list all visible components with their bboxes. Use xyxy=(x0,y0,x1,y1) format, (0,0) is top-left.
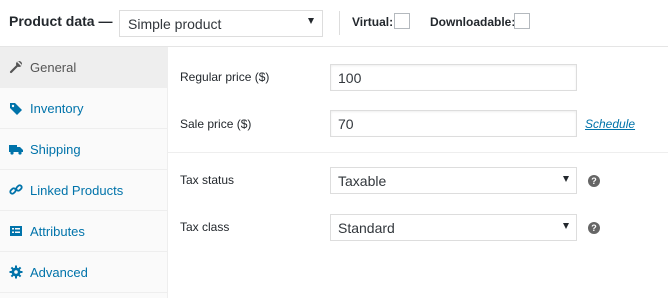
tax-class-label: Tax class xyxy=(180,220,230,234)
tax-class-value: Standard xyxy=(338,220,395,236)
general-panel: Regular price ($) 100 Sale price ($) 70 … xyxy=(168,47,668,298)
header-divider xyxy=(339,11,340,35)
wrench-icon xyxy=(9,61,22,74)
sale-price-label: Sale price ($) xyxy=(180,117,252,131)
downloadable-label: Downloadable: xyxy=(430,15,516,29)
tab-label: Shipping xyxy=(30,142,81,157)
tax-status-select[interactable]: Taxable xyxy=(330,167,577,194)
truck-icon xyxy=(9,145,23,155)
help-icon[interactable]: ? xyxy=(588,175,600,187)
tab-label: General xyxy=(30,60,77,75)
tag-icon xyxy=(10,103,22,115)
help-icon[interactable]: ? xyxy=(588,222,600,234)
tab-linked-products[interactable]: Linked Products xyxy=(0,170,167,211)
tab-label: Inventory xyxy=(30,101,84,116)
downloadable-checkbox[interactable] xyxy=(514,13,530,29)
chevron-down-icon xyxy=(308,18,314,24)
tab-label: Linked Products xyxy=(30,183,124,198)
tax-status-label: Tax status xyxy=(180,173,235,187)
product-data-tabs: General Inventory Shipping Linked Produc… xyxy=(0,47,168,298)
tab-label: Advanced xyxy=(30,265,88,280)
product-type-select[interactable]: Simple product xyxy=(119,10,323,37)
sale-price-input[interactable]: 70 xyxy=(330,110,577,137)
tax-class-select[interactable]: Standard xyxy=(330,214,577,241)
tab-label: Attributes xyxy=(30,224,85,239)
list-icon xyxy=(10,226,22,236)
virtual-label: Virtual: xyxy=(352,15,394,29)
tab-shipping[interactable]: Shipping xyxy=(0,129,167,170)
chevron-down-icon xyxy=(563,176,569,182)
product-type-value: Simple product xyxy=(128,16,222,32)
tab-general[interactable]: General xyxy=(0,47,167,88)
tax-status-value: Taxable xyxy=(338,173,387,189)
tab-advanced[interactable]: Advanced xyxy=(0,252,167,293)
regular-price-input[interactable]: 100 xyxy=(330,64,577,91)
panel-title: Product data — xyxy=(9,13,113,29)
chevron-down-icon xyxy=(563,223,569,229)
link-icon xyxy=(9,184,23,195)
panel-header: Product data — Simple product Virtual: D… xyxy=(0,0,668,47)
section-divider xyxy=(168,152,668,153)
gear-icon xyxy=(9,265,23,279)
regular-price-label: Regular price ($) xyxy=(180,70,270,84)
tab-inventory[interactable]: Inventory xyxy=(0,88,167,129)
product-data-panel: Product data — Simple product Virtual: D… xyxy=(0,0,668,298)
schedule-link[interactable]: Schedule xyxy=(585,117,635,131)
virtual-checkbox[interactable] xyxy=(394,13,410,29)
tab-attributes[interactable]: Attributes xyxy=(0,211,167,252)
